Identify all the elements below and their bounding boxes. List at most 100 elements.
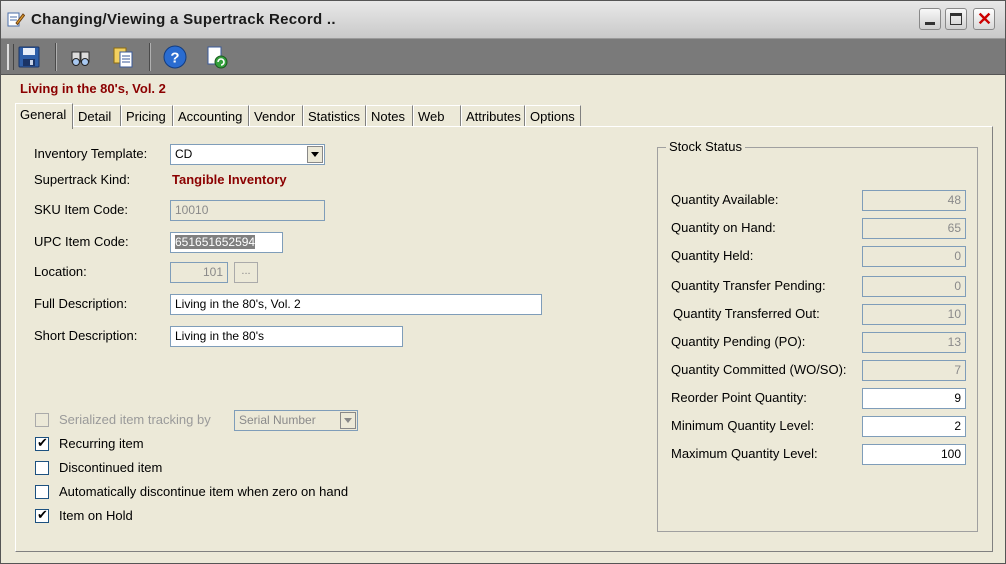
toolbar: ?: [1, 39, 1005, 75]
close-button[interactable]: ✕: [973, 8, 995, 30]
main-window: Changing/Viewing a Supertrack Record .. …: [0, 0, 1006, 564]
reorder-point-field[interactable]: 9: [862, 388, 966, 409]
minimize-icon: [925, 22, 935, 25]
inventory-template-label: Inventory Template:: [34, 146, 148, 161]
inventory-template-select[interactable]: CD: [170, 144, 325, 165]
stock-status-title: Stock Status: [666, 139, 745, 154]
help-icon: ?: [163, 45, 187, 69]
svg-text:?: ?: [170, 50, 179, 67]
discontinued-item-label: Discontinued item: [59, 460, 163, 475]
maximum-quantity-label: Maximum Quantity Level:: [671, 446, 818, 461]
inventory-template-dropdown-button[interactable]: [307, 146, 323, 163]
tab-label: General: [20, 107, 67, 122]
inventory-template-value: CD: [175, 147, 193, 161]
quantity-committed-value: 7: [954, 363, 961, 377]
upc-item-code-label: UPC Item Code:: [34, 234, 129, 249]
quantity-held-label: Quantity Held:: [671, 248, 754, 263]
full-description-value: Living in the 80's, Vol. 2: [175, 297, 301, 311]
supertrack-kind-value: Tangible Inventory: [172, 172, 287, 187]
auto-discontinue-label: Automatically discontinue item when zero…: [59, 484, 349, 499]
minimum-quantity-value: 2: [954, 419, 961, 433]
tab-notes[interactable]: Notes: [366, 105, 413, 127]
stock-status-group: Stock Status Quantity Available: 48 Quan…: [657, 139, 978, 532]
recurring-item-label: Recurring item: [59, 436, 144, 451]
checkmark-icon: ✔: [37, 507, 48, 522]
quantity-on-hand-field: 65: [862, 218, 966, 239]
help-button[interactable]: ?: [161, 43, 189, 71]
discontinued-item-checkbox[interactable]: [35, 461, 49, 475]
refresh-icon: [207, 46, 228, 69]
tab-options[interactable]: Options: [525, 105, 581, 127]
maximum-quantity-field[interactable]: 100: [862, 444, 966, 465]
reorder-point-value: 9: [954, 391, 961, 405]
close-icon: ✕: [977, 9, 993, 29]
toolbar-separator: [55, 43, 57, 71]
tab-label: Statistics: [308, 109, 361, 124]
checkmark-icon: ✔: [37, 435, 48, 450]
quantity-on-hand-label: Quantity on Hand:: [671, 220, 776, 235]
short-description-value: Living in the 80's: [175, 329, 265, 343]
quantity-transferred-out-field: 10: [862, 304, 966, 325]
quantity-on-hand-value: 65: [947, 221, 961, 235]
serialized-tracking-select: Serial Number: [234, 410, 358, 431]
quantity-committed-label: Quantity Committed (WO/SO):: [671, 362, 847, 377]
auto-discontinue-checkbox[interactable]: [35, 485, 49, 499]
tab-label: Notes: [371, 109, 405, 124]
tab-web[interactable]: Web: [413, 105, 461, 127]
tab-statistics[interactable]: Statistics: [303, 105, 366, 127]
maximum-quantity-value: 100: [940, 447, 961, 461]
save-button[interactable]: [15, 43, 43, 71]
upc-item-code-field[interactable]: 651651652594: [170, 232, 283, 253]
tab-label: Accounting: [178, 109, 243, 124]
reorder-point-label: Reorder Point Quantity:: [671, 390, 807, 405]
tab-pricing[interactable]: Pricing: [121, 105, 173, 127]
tab-vendor[interactable]: Vendor: [249, 105, 303, 127]
quantity-available-field: 48: [862, 190, 966, 211]
full-description-label: Full Description:: [34, 296, 128, 311]
save-icon: [18, 46, 40, 68]
refresh-button[interactable]: [203, 43, 231, 71]
minimum-quantity-field[interactable]: 2: [862, 416, 966, 437]
upc-item-code-value: 651651652594: [175, 235, 256, 249]
short-description-label: Short Description:: [34, 328, 138, 343]
tab-attributes[interactable]: Attributes: [461, 105, 525, 127]
tab-label: Vendor: [254, 109, 296, 124]
tab-detail[interactable]: Detail: [73, 105, 121, 127]
edit-record-icon: [7, 10, 26, 28]
maximize-icon: [950, 13, 962, 25]
serialized-tracking-dropdown-button: [340, 412, 356, 429]
serialized-tracking-checkbox: [35, 413, 49, 427]
quantity-held-value: 0: [954, 249, 961, 263]
tab-accounting[interactable]: Accounting: [173, 105, 249, 127]
location-value: 101: [202, 265, 223, 279]
recurring-item-checkbox[interactable]: ✔: [35, 435, 49, 451]
toolbar-grip[interactable]: [7, 44, 14, 70]
item-on-hold-checkbox[interactable]: ✔: [35, 507, 49, 523]
full-description-field[interactable]: Living in the 80's, Vol. 2: [170, 294, 542, 315]
sku-item-code-field: 10010: [170, 200, 325, 221]
chevron-down-icon: [311, 152, 319, 157]
tab-label: Pricing: [126, 109, 166, 124]
location-browse-label: ...: [241, 265, 251, 277]
quantity-pending-po-field: 13: [862, 332, 966, 353]
serialized-tracking-value: Serial Number: [239, 413, 316, 427]
find-button[interactable]: [67, 43, 95, 71]
copy-button[interactable]: [109, 43, 137, 71]
chevron-down-icon: [344, 418, 352, 423]
quantity-transferred-out-value: 10: [947, 307, 961, 321]
window-title: Changing/Viewing a Supertrack Record ..: [31, 11, 336, 28]
location-label: Location:: [34, 264, 87, 279]
location-browse-button[interactable]: ...: [234, 262, 258, 283]
maximize-button[interactable]: [945, 8, 967, 30]
toolbar-separator: [149, 43, 151, 71]
quantity-pending-po-label: Quantity Pending (PO):: [671, 334, 806, 349]
tab-label: Attributes: [466, 109, 521, 124]
record-title: Living in the 80's, Vol. 2: [20, 81, 166, 96]
tab-general[interactable]: General: [15, 103, 73, 129]
quantity-transferred-out-label: Quantity Transferred Out:: [673, 306, 820, 321]
title-bar[interactable]: Changing/Viewing a Supertrack Record .. …: [1, 1, 1005, 39]
short-description-field[interactable]: Living in the 80's: [170, 326, 403, 347]
minimize-button[interactable]: [919, 8, 941, 30]
quantity-pending-po-value: 13: [947, 335, 961, 349]
item-on-hold-label: Item on Hold: [59, 508, 133, 523]
